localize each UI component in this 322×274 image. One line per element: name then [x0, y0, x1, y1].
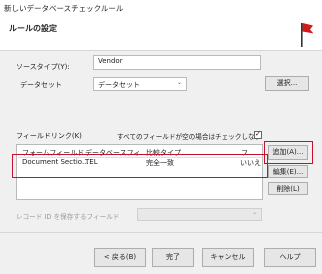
dataset-select[interactable]: データセット ⌄ — [93, 77, 187, 91]
footer-divider — [0, 232, 322, 233]
page-title: ルールの設定 — [9, 24, 57, 33]
dataset-select-value: データセット — [98, 81, 140, 89]
source-type-label: ソースタイプ(Y): — [16, 63, 70, 71]
back-button[interactable]: < 戻る(B) — [94, 248, 146, 267]
chevron-down-icon: ⌄ — [251, 209, 257, 216]
checkbox-icon[interactable]: ✓ — [254, 130, 262, 139]
dataset-select-button[interactable]: 選択... — [265, 76, 309, 91]
chevron-down-icon: ⌄ — [176, 79, 182, 86]
record-id-select[interactable]: ⌄ — [137, 208, 262, 221]
skip-empty-checkbox-label: すべてのフィールドが空の場合はチェックしない — [117, 133, 262, 141]
add-button[interactable]: 追加(A)... — [268, 145, 308, 160]
field-link-label: フィールドリンク(K) — [16, 132, 82, 140]
delete-button[interactable]: 削除(L) — [268, 182, 308, 195]
title-bar: 新しいデータベースチェックルール — [0, 0, 322, 16]
source-type-field[interactable]: Vendor — [93, 55, 261, 70]
source-type-value: Vendor — [98, 57, 123, 65]
wizard-header: ルールの設定 — [0, 16, 322, 51]
row-highlight — [12, 154, 268, 178]
dataset-label: データセット — [20, 81, 62, 89]
edit-button[interactable]: 編集(E)... — [268, 165, 308, 178]
finish-button[interactable]: 完了 — [152, 248, 194, 267]
window-title: 新しいデータベースチェックルール — [4, 4, 124, 13]
help-button[interactable]: ヘルプ — [264, 248, 316, 267]
cancel-button[interactable]: キャンセル — [202, 248, 254, 267]
red-flag-icon — [301, 23, 314, 47]
record-id-label: レコード ID を保存するフィールド — [16, 213, 120, 221]
